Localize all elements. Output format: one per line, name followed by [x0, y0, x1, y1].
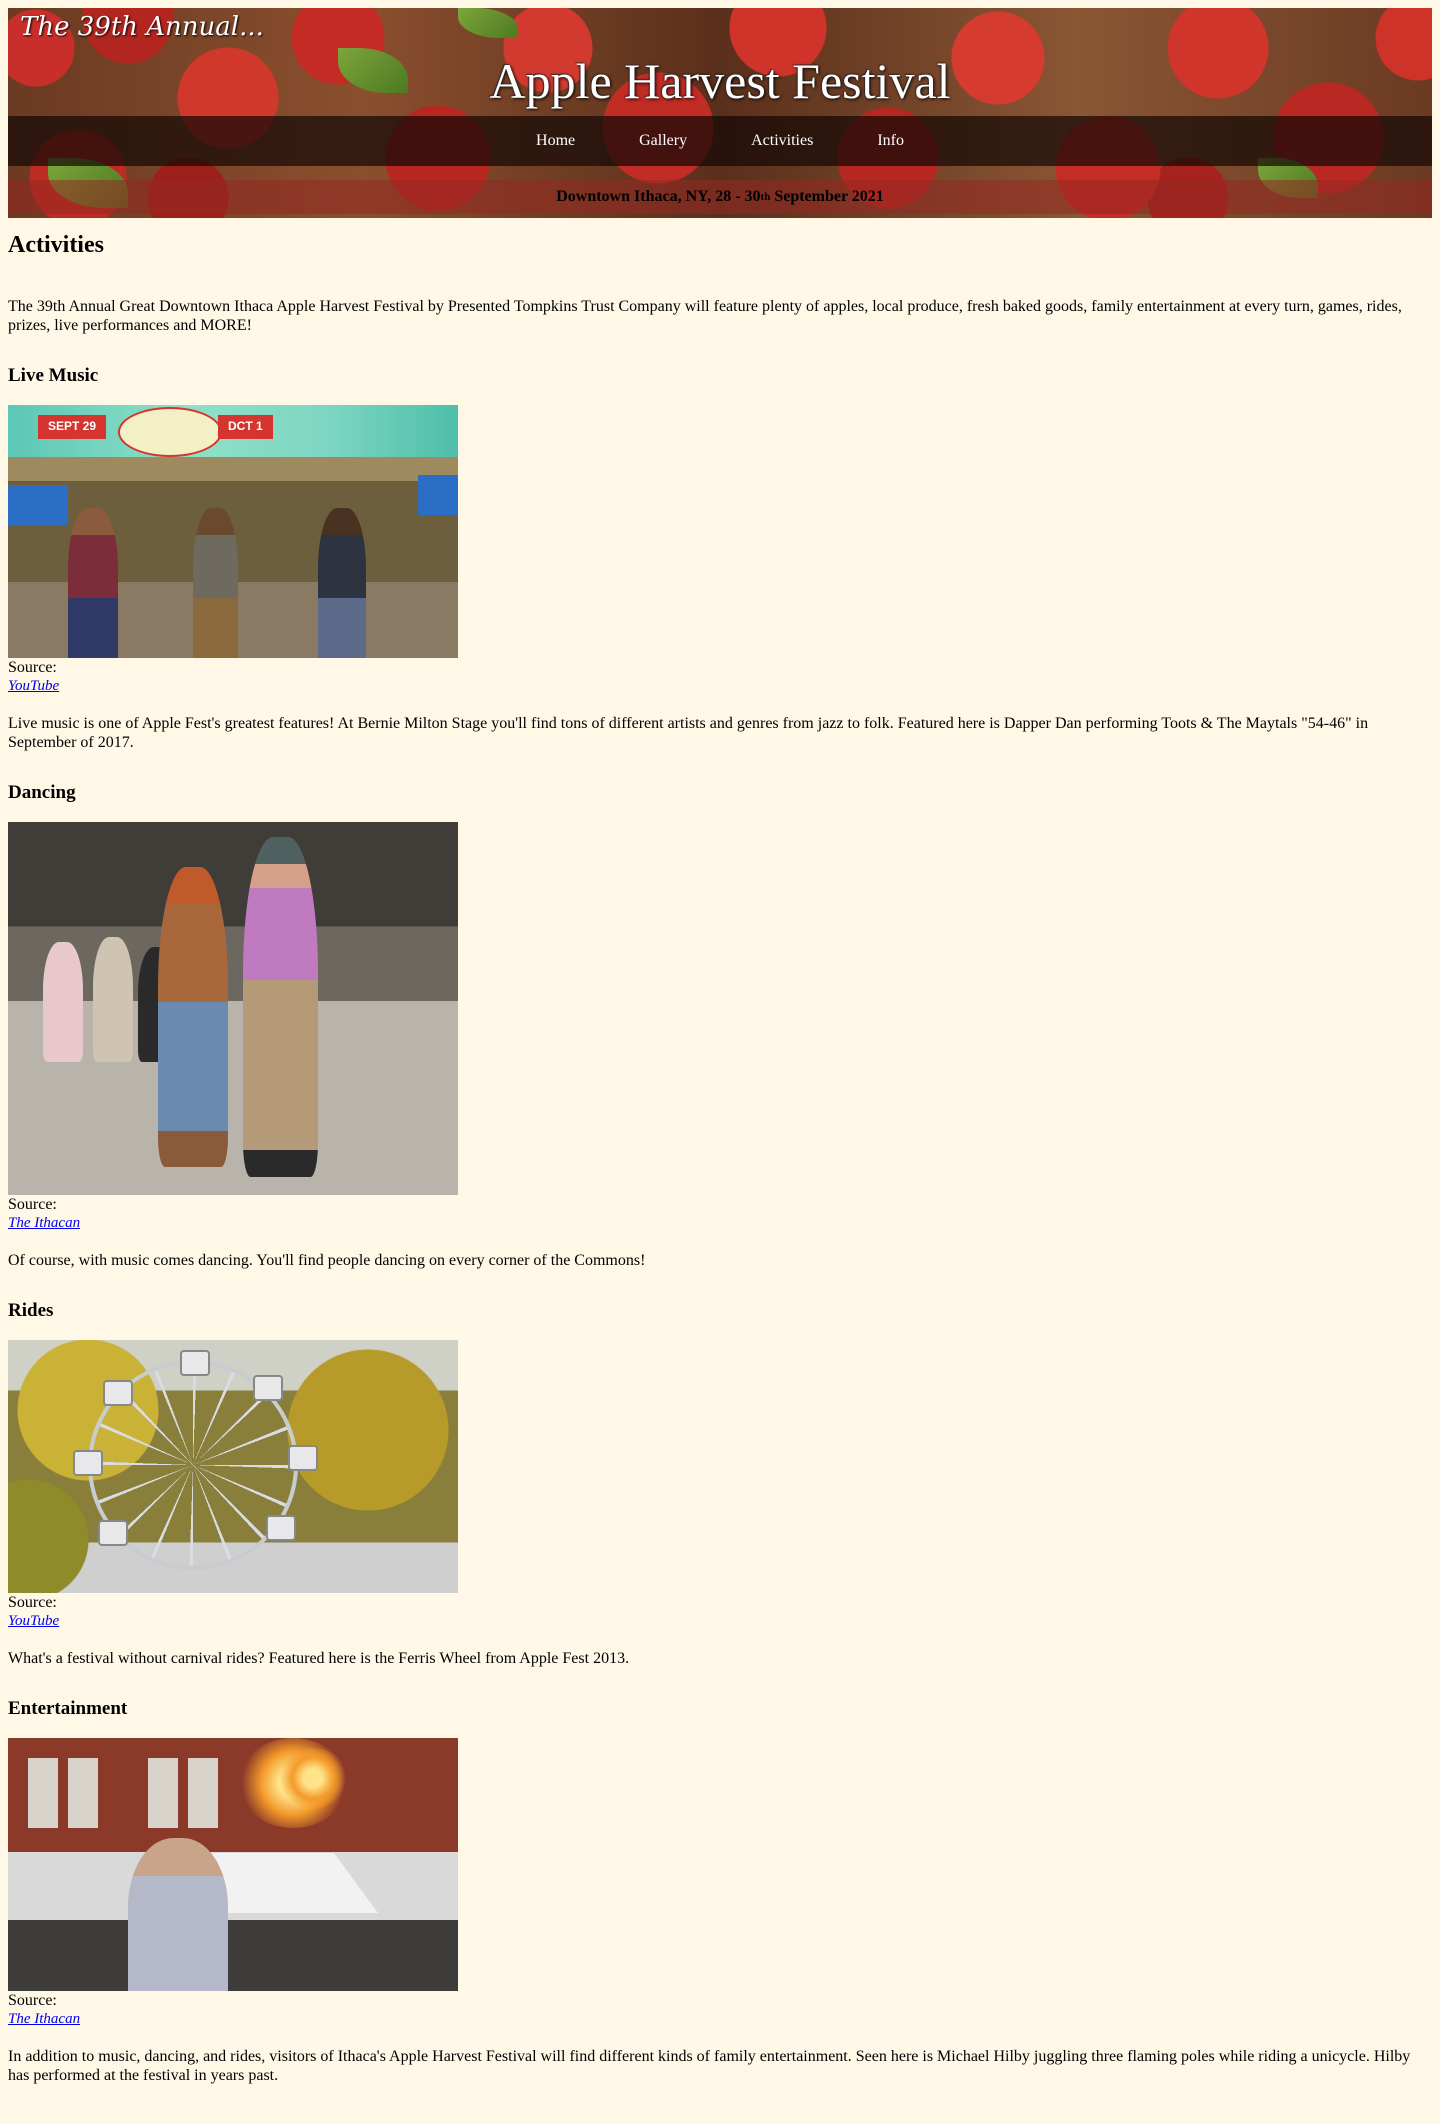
gondola: [253, 1375, 283, 1401]
building-window: [68, 1758, 98, 1828]
section-text: Of course, with music comes dancing. You…: [8, 1252, 646, 1269]
rides-photo: [8, 1340, 458, 1593]
page-title: Activities: [8, 232, 104, 258]
flame: [278, 1748, 348, 1808]
main-nav: Home Gallery Activities Info: [8, 116, 1432, 166]
nav-home[interactable]: Home: [536, 132, 575, 150]
gondola: [103, 1380, 133, 1406]
event-date-suffix: September 2021: [770, 188, 884, 205]
section-text: Live music is one of Apple Fest's greate…: [8, 715, 1369, 751]
building-window: [28, 1758, 58, 1828]
event-date: Downtown Ithaca, NY, 28 - 30th September…: [8, 180, 1432, 214]
source-link[interactable]: YouTube: [8, 1612, 1432, 1631]
entertainment-photo: [8, 1738, 458, 1991]
juggler: [128, 1838, 228, 1991]
event-date-prefix: Downtown Ithaca, NY, 28 - 30: [556, 188, 761, 205]
dancing-photo: [8, 822, 458, 1195]
blue-tent: [418, 475, 458, 515]
gondola: [180, 1350, 210, 1376]
source-label: Source:: [8, 659, 57, 676]
building-window: [148, 1758, 178, 1828]
live-music-photo: SEPT 29 DCT 1: [8, 405, 458, 658]
apple-harvest-logo: [118, 407, 222, 457]
sign-ribbon-left: SEPT 29: [38, 415, 107, 439]
source-link[interactable]: The Ithacan: [8, 2010, 1432, 2029]
section-live-music: Live Music SEPT 29 DCT 1 Source: YouTube…: [8, 365, 1432, 752]
nav-activities[interactable]: Activities: [751, 132, 813, 150]
sign-ribbon-right: DCT 1: [218, 415, 273, 439]
dancer-woman: [158, 867, 228, 1167]
page: The 39th Annual... Apple Harvest Festiva…: [0, 0, 1440, 2105]
musician: [68, 508, 118, 658]
dancer-man: [243, 837, 318, 1177]
source-label: Source:: [8, 1594, 57, 1611]
section-heading: Entertainment: [8, 1698, 128, 1719]
intro-paragraph: The 39th Annual Great Downtown Ithaca Ap…: [8, 298, 1402, 334]
festival-banner: The 39th Annual... Apple Harvest Festiva…: [8, 8, 1432, 218]
leaf-decoration: [458, 8, 518, 38]
source-link[interactable]: YouTube: [8, 677, 1432, 696]
musician: [193, 508, 238, 658]
spectator: [93, 937, 133, 1062]
gondola: [288, 1445, 318, 1471]
site-title: Apple Harvest Festival: [489, 53, 951, 109]
gondola: [98, 1520, 128, 1546]
building-window: [188, 1758, 218, 1828]
section-text: What's a festival without carnival rides…: [8, 1650, 630, 1667]
musician: [318, 508, 366, 658]
section-heading: Dancing: [8, 782, 76, 803]
banner-kicker: The 39th Annual...: [20, 12, 264, 42]
gondola: [266, 1515, 296, 1541]
section-dancing: Dancing Source: The Ithacan Of course, w…: [8, 782, 1432, 1270]
spectator: [43, 942, 83, 1062]
nav-gallery[interactable]: Gallery: [639, 132, 687, 150]
section-entertainment: Entertainment Source: The Ithacan In add…: [8, 1698, 1432, 2085]
event-date-sup: th: [760, 191, 771, 203]
section-heading: Live Music: [8, 365, 99, 386]
source-label: Source:: [8, 1196, 57, 1213]
gondola: [73, 1450, 103, 1476]
source-label: Source:: [8, 1992, 57, 2009]
nav-info[interactable]: Info: [877, 132, 904, 150]
blue-tent: [8, 485, 68, 525]
section-heading: Rides: [8, 1300, 54, 1321]
section-text: In addition to music, dancing, and rides…: [8, 2048, 1411, 2084]
source-link[interactable]: The Ithacan: [8, 1214, 1432, 1233]
section-rides: Rides Source: YouTube What's a festival …: [8, 1300, 1432, 1668]
